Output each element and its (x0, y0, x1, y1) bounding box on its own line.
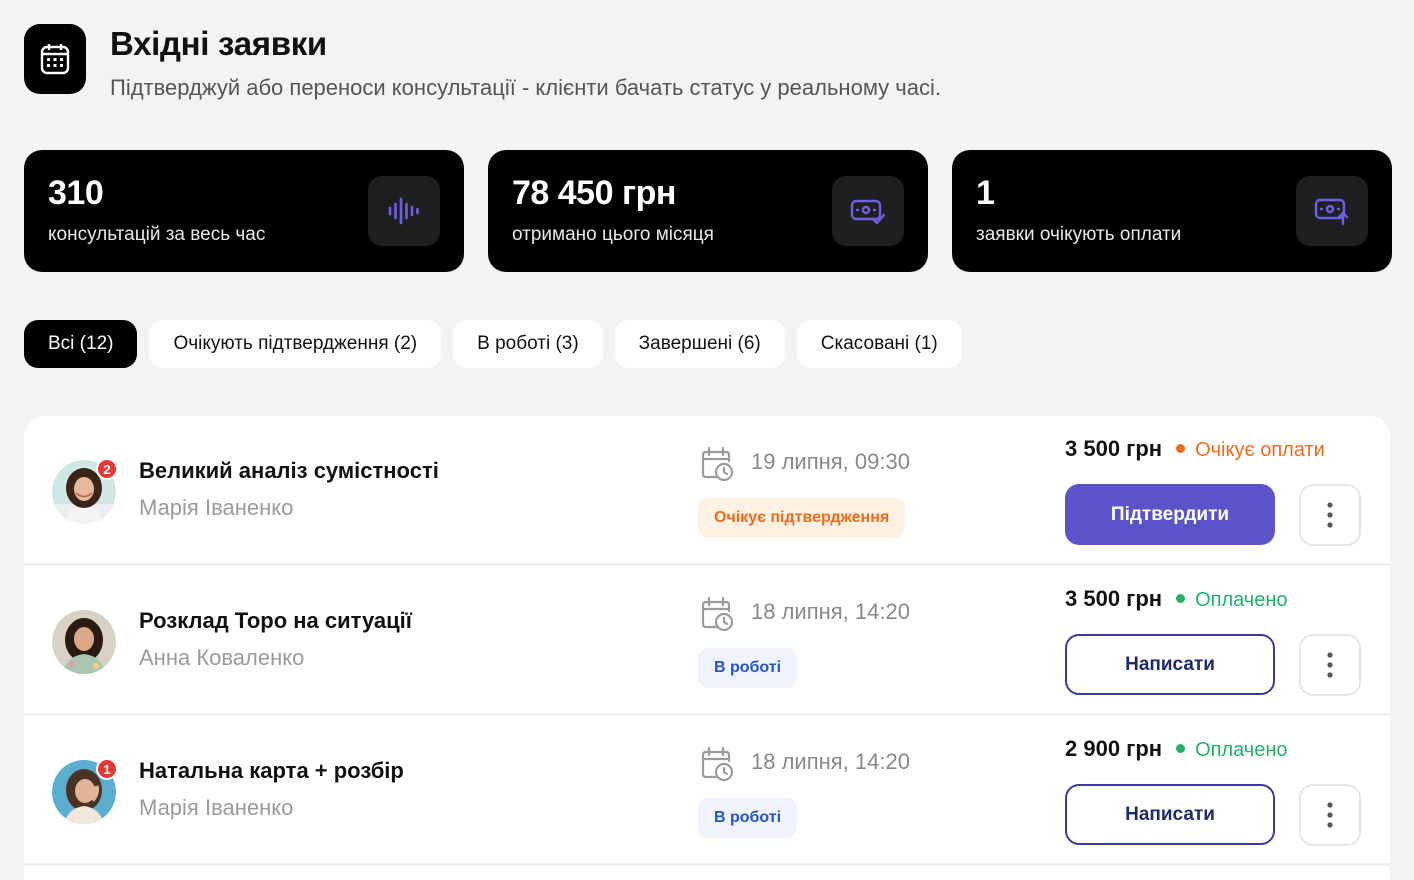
stat-label: отримано цього місяця (512, 224, 714, 245)
request-row[interactable]: 2 Великий аналіз сумістності Марія Іване… (24, 416, 1390, 566)
request-date: 19 липня, 09:30 (751, 449, 910, 474)
client-name: Анна Коваленко (139, 645, 305, 670)
stat-value: 310 (48, 174, 104, 212)
stat-card-consultations: 310 консультацій за весь час (24, 150, 464, 272)
payment-status: Оплачено (1195, 739, 1288, 761)
money-check-icon (832, 176, 904, 246)
price: 2 900 грн (1065, 736, 1163, 761)
tab-cancelled[interactable]: Скасовані (1) (796, 320, 962, 368)
request-title: Натальна карта + розбір (139, 758, 404, 783)
tab-awaiting-confirmation[interactable]: Очікують підтвердження (2) (149, 320, 442, 368)
more-vertical-icon (1327, 652, 1333, 678)
stat-value: 78 450 грн (512, 174, 676, 212)
more-vertical-icon (1327, 802, 1333, 828)
more-menu-button[interactable] (1299, 634, 1361, 696)
request-date: 18 липня, 14:20 (751, 749, 910, 774)
tab-completed[interactable]: Завершені (6) (614, 320, 785, 368)
price-line: 3 500 грн Оплачено (1065, 586, 1288, 612)
more-menu-button[interactable] (1299, 784, 1361, 846)
status-dot (1176, 443, 1186, 453)
requests-list: 2 Великий аналіз сумістності Марія Іване… (24, 416, 1390, 880)
notification-badge: 1 (96, 758, 118, 780)
price: 3 500 грн (1065, 586, 1163, 611)
message-button[interactable]: Написати (1065, 784, 1275, 845)
more-vertical-icon (1327, 502, 1333, 528)
request-date: 18 липня, 14:20 (751, 599, 910, 624)
client-name: Марія Іваненко (139, 495, 294, 520)
price-line: 3 500 грн Очікує оплати (1065, 436, 1325, 462)
confirm-button[interactable]: Підтвердити (1065, 484, 1275, 545)
status-dot (1176, 593, 1186, 603)
request-title: Великий аналіз сумістності (139, 458, 439, 483)
more-menu-button[interactable] (1299, 484, 1361, 546)
status-dot (1176, 743, 1186, 753)
tab-in-progress[interactable]: В роботі (3) (453, 320, 603, 368)
page-header: Вхідні заявки Підтверджуй або переноси к… (24, 24, 941, 102)
request-row[interactable]: Розклад Торо на ситуації Анна Коваленко … (24, 566, 1390, 716)
avatar[interactable]: 1 (52, 758, 118, 824)
sound-wave-icon (368, 176, 440, 246)
status-badge: В роботі (698, 798, 798, 838)
filter-tabs: Всі (12) Очікують підтвердження (2) В ро… (24, 320, 962, 368)
page-title: Вхідні заявки (110, 25, 327, 62)
money-upload-icon (1296, 176, 1368, 246)
stat-label: консультацій за весь час (48, 224, 266, 245)
tab-all[interactable]: Всі (12) (24, 320, 138, 368)
stat-label: заявки очікують оплати (976, 224, 1182, 245)
page-subtitle: Підтверджуй або переноси консультації - … (110, 75, 941, 100)
price-line: 2 900 грн Оплачено (1065, 736, 1288, 762)
calendar-icon (24, 24, 86, 94)
page: Вхідні заявки Підтверджуй або переноси к… (0, 0, 1414, 880)
avatar[interactable]: 2 (52, 458, 118, 524)
calendar-clock-icon (700, 746, 734, 787)
stats-row: 310 консультацій за весь час 78 450 грн … (24, 150, 1392, 272)
payment-status: Очікує оплати (1195, 439, 1325, 461)
payment-status: Оплачено (1195, 589, 1288, 611)
calendar-clock-icon (700, 596, 734, 637)
status-badge: Очікує підтвердження (698, 498, 906, 538)
stat-card-awaiting-payment: 1 заявки очікують оплати (952, 150, 1392, 272)
stat-value: 1 (976, 174, 995, 212)
calendar-clock-icon (700, 446, 734, 487)
client-name: Марія Іваненко (139, 795, 294, 820)
price: 3 500 грн (1065, 436, 1163, 461)
status-badge: В роботі (698, 648, 798, 688)
avatar[interactable] (52, 610, 116, 674)
notification-badge: 2 (96, 458, 118, 480)
request-row[interactable]: 1 Натальна карта + розбір Марія Іваненко… (24, 716, 1390, 866)
message-button[interactable]: Написати (1065, 634, 1275, 695)
request-title: Розклад Торо на ситуації (139, 608, 412, 633)
stat-card-income: 78 450 грн отримано цього місяця (488, 150, 928, 272)
